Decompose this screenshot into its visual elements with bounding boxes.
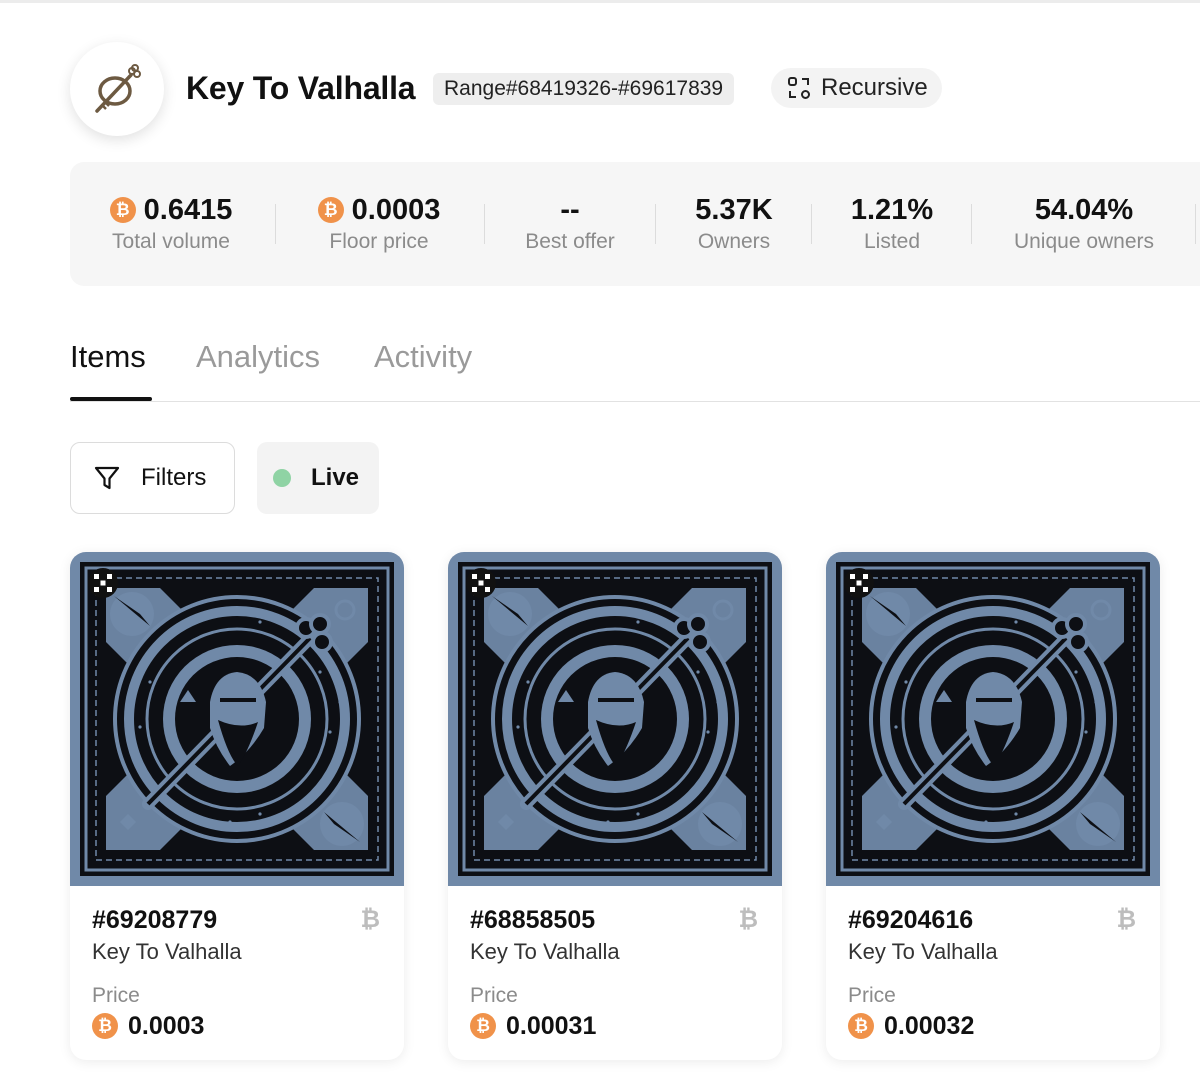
- item-price-value: 0.0003: [128, 1012, 205, 1040]
- stat-value: --: [560, 194, 580, 226]
- stat-value: 5.37K: [695, 194, 773, 226]
- divider: [275, 204, 276, 244]
- bitcoin-icon: ₿: [92, 1013, 118, 1039]
- item-price: ₿ 0.00031: [470, 1010, 596, 1042]
- tab-activity[interactable]: Activity: [374, 336, 472, 378]
- item-inscription-number: #69208779: [92, 906, 218, 934]
- item-price-label: Price: [848, 984, 896, 1007]
- item-collection-name: Key To Valhalla: [848, 939, 998, 964]
- collection-title: Key To Valhalla: [186, 70, 416, 106]
- stat-unique-owners: 54.04% Unique owners: [1004, 192, 1164, 256]
- recursive-icon: [788, 77, 810, 99]
- key-logo-icon: [95, 64, 141, 113]
- range-chip: Range#68419326-#69617839: [433, 73, 735, 105]
- item-price-value: 0.00032: [884, 1012, 975, 1040]
- stat-label: Total volume: [112, 230, 230, 253]
- stat-label: Best offer: [525, 230, 615, 253]
- active-tab-indicator: [70, 397, 152, 401]
- stat-value: 54.04%: [1034, 194, 1134, 226]
- item-collection-name: Key To Valhalla: [92, 939, 242, 964]
- tab-items[interactable]: Items: [70, 336, 146, 378]
- stat-owners: 5.37K Owners: [682, 192, 786, 256]
- item-collection-name: Key To Valhalla: [470, 939, 620, 964]
- okx-badge-icon: [466, 568, 496, 598]
- item-artwork[interactable]: [70, 552, 404, 886]
- stat-label: Owners: [697, 230, 771, 253]
- item-price-label: Price: [470, 984, 518, 1007]
- filter-icon: [94, 466, 120, 490]
- divider: [971, 204, 972, 244]
- tab-analytics[interactable]: Analytics: [196, 336, 320, 378]
- stat-label: Unique owners: [1013, 230, 1155, 253]
- stat-value: 0.6415: [143, 194, 233, 226]
- item-card[interactable]: #69204616 Key To Valhalla Price ₿ 0.00032 ₿: [826, 552, 1160, 1060]
- stat-total-volume: ₿ 0.6415 Total volume: [106, 192, 236, 256]
- tab-bar: Items Analytics Activity: [70, 336, 1200, 402]
- bitcoin-icon: ₿: [109, 197, 136, 223]
- stats-panel: ₿ 0.6415 Total volume ₿ 0.0003 Floor price…: [70, 162, 1200, 286]
- item-price-label: Price: [92, 984, 140, 1007]
- item-price-value: 0.00031: [506, 1012, 597, 1040]
- top-border: [0, 0, 1200, 3]
- divider: [811, 204, 812, 244]
- filters-button[interactable]: Filters: [70, 442, 235, 514]
- live-toggle[interactable]: Live: [257, 442, 379, 514]
- bitcoin-icon: ₿: [848, 1013, 874, 1039]
- stat-floor-price: ₿ 0.0003 Floor price: [310, 192, 448, 256]
- item-inscription-number: #69204616: [848, 906, 974, 934]
- item-card[interactable]: #68858505 Key To Valhalla Price ₿ 0.00031 ₿: [448, 552, 782, 1060]
- stat-value: 0.0003: [351, 194, 441, 226]
- stat-best-offer: -- Best offer: [510, 192, 630, 256]
- live-label: Live: [311, 464, 360, 491]
- bitcoin-chain-icon: ₿: [738, 906, 758, 933]
- recursive-chip[interactable]: Recursive: [771, 68, 942, 108]
- okx-badge-icon: [88, 568, 118, 598]
- bitcoin-chain-icon: ₿: [1116, 906, 1136, 933]
- item-inscription-number: #68858505: [470, 906, 596, 934]
- live-status-dot: [273, 469, 291, 487]
- bitcoin-icon: ₿: [470, 1013, 496, 1039]
- bitcoin-chain-icon: ₿: [360, 906, 380, 933]
- collection-logo: [70, 42, 164, 136]
- item-price: ₿ 0.0003: [92, 1010, 204, 1042]
- item-card[interactable]: #69208779 Key To Valhalla Price ₿ 0.0003 ₿: [70, 552, 404, 1060]
- stat-label: Floor price: [329, 230, 429, 253]
- divider: [655, 204, 656, 244]
- divider: [484, 204, 485, 244]
- filters-label: Filters: [141, 464, 207, 491]
- stat-value: 1.21%: [850, 194, 934, 226]
- recursive-label: Recursive: [821, 74, 928, 101]
- item-price: ₿ 0.00032: [848, 1010, 974, 1042]
- bitcoin-icon: ₿: [317, 197, 344, 223]
- okx-badge-icon: [844, 568, 874, 598]
- stat-label: Listed: [863, 230, 921, 253]
- item-artwork[interactable]: [448, 552, 782, 886]
- item-artwork[interactable]: [826, 552, 1160, 886]
- divider: [1195, 204, 1196, 244]
- stat-listed: 1.21% Listed: [840, 192, 944, 256]
